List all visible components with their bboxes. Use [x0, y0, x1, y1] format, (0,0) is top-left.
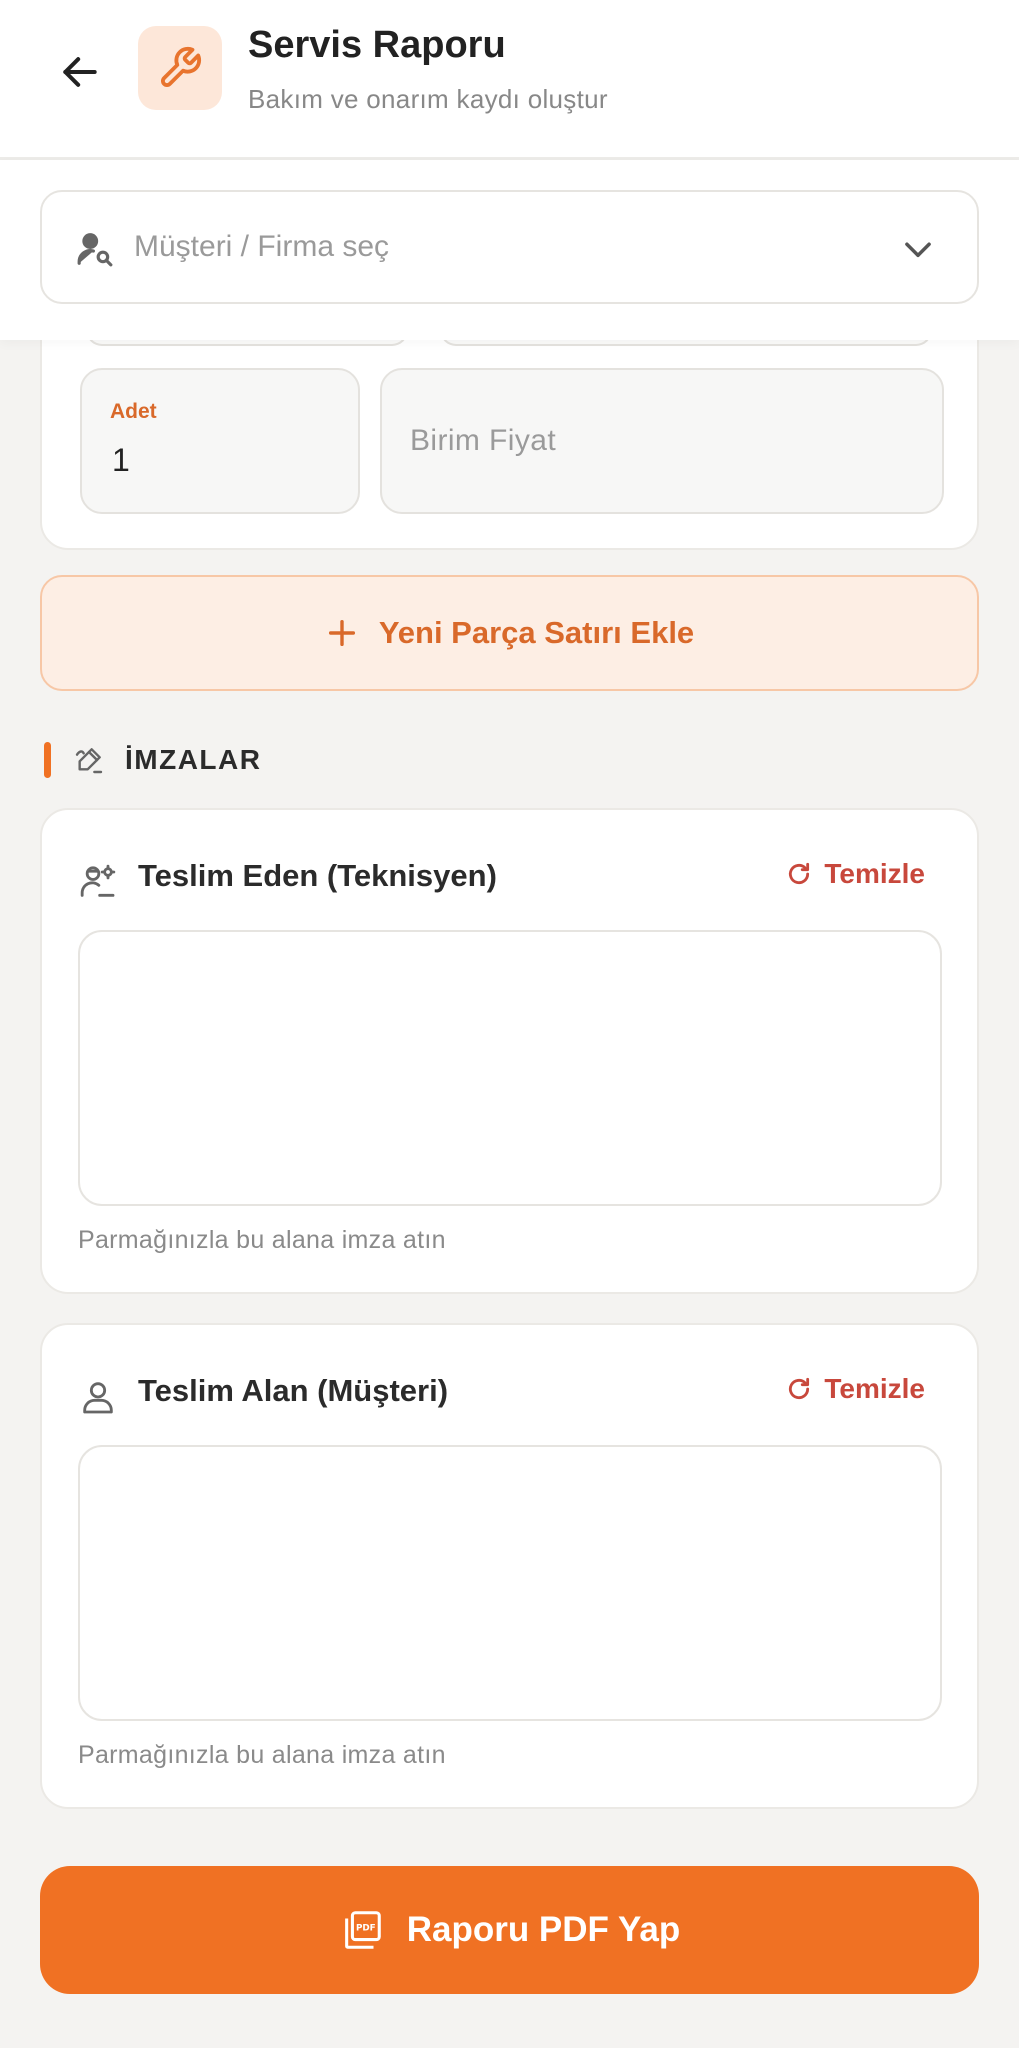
customer-signature-pad[interactable] [78, 1445, 942, 1721]
generate-pdf-label: Raporu PDF Yap [406, 1910, 681, 1949]
technician-signature-pad[interactable] [78, 930, 942, 1206]
plus-icon [328, 619, 355, 647]
refresh-icon [789, 862, 810, 885]
signatures-section-header: İMZALAR [44, 742, 261, 778]
technician-signature-title: Teslim Eden (Teknisyen) [138, 858, 497, 893]
customer-select-bar: Müşteri / Firma seç [0, 160, 1019, 340]
quantity-field[interactable]: Adet 1 [80, 368, 360, 514]
section-accent-bar [44, 742, 51, 778]
customer-select[interactable]: Müşteri / Firma seç [40, 190, 979, 304]
svg-text:PDF: PDF [356, 1923, 376, 1933]
section-title: İMZALAR [125, 744, 262, 775]
signature-hint: Parmağınızla bu alana imza atın [78, 1741, 446, 1769]
clear-customer-signature-button[interactable]: Temizle [786, 1373, 925, 1405]
add-part-row-label: Yeni Parça Satırı Ekle [378, 615, 695, 650]
add-part-row-button[interactable]: Yeni Parça Satırı Ekle [40, 575, 979, 691]
unit-price-placeholder: Birim Fiyat [410, 424, 557, 457]
app-header: Servis Raporu Bakım ve onarım kaydı oluş… [0, 0, 1019, 160]
app-logo [138, 26, 222, 110]
signature-hint: Parmağınızla bu alana imza atın [78, 1226, 446, 1254]
clear-label: Temizle [824, 858, 925, 889]
page-subtitle: Bakım ve onarım kaydı oluştur [248, 84, 608, 114]
page-title: Servis Raporu [248, 24, 506, 66]
customer-signature-card: Teslim Alan (Müşteri) Temizle Parmağınız… [40, 1323, 979, 1809]
wrench-icon [161, 46, 202, 87]
technician-signature-card: Teslim Eden (Teknisyen) Temizle Parmağın… [40, 808, 979, 1294]
user-search-icon [77, 233, 113, 267]
back-button[interactable] [52, 44, 108, 100]
signature-icon [75, 748, 103, 774]
customer-select-placeholder: Müşteri / Firma seç [134, 230, 390, 263]
arrow-left-icon [63, 57, 97, 87]
generate-pdf-button[interactable]: PDF Raporu PDF Yap [40, 1866, 979, 1994]
technician-icon [80, 864, 116, 897]
quantity-value: 1 [112, 442, 130, 478]
chevron-down-icon [905, 242, 931, 258]
user-icon [83, 1382, 113, 1414]
customer-signature-title: Teslim Alan (Müşteri) [138, 1373, 449, 1408]
unit-price-field[interactable]: Birim Fiyat [380, 368, 944, 514]
clear-technician-signature-button[interactable]: Temizle [786, 858, 925, 890]
pdf-icon: PDF [344, 1911, 381, 1949]
quantity-label: Adet [110, 400, 157, 423]
clear-label: Temizle [824, 1373, 925, 1404]
refresh-icon [789, 1377, 810, 1400]
